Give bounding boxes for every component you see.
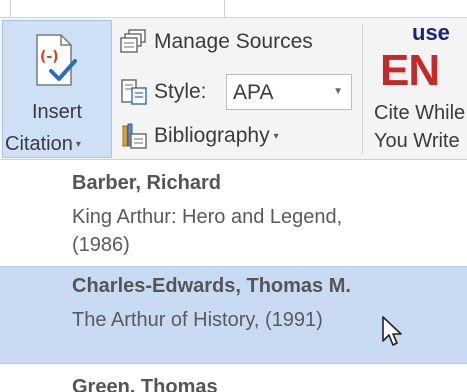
insert-citation-label: Insert [31, 101, 83, 123]
citation-dropdown-list: Barber, Richard King Arthur: Hero and Le… [0, 160, 467, 392]
citation-author: Green, Thomas [72, 376, 218, 392]
endnote-label-line2: You Write [374, 130, 460, 152]
insert-citation-button[interactable]: (-) Insert Citation ▾ [2, 20, 112, 158]
citation-title: King Arthur: Hero and Legend, [72, 206, 343, 228]
citation-title-line2: (1986) [72, 234, 130, 256]
style-icon [121, 79, 147, 105]
citation-author: Barber, Richard [72, 172, 221, 194]
citation-item[interactable]: Green, Thomas [0, 366, 467, 392]
style-label: Style: [154, 80, 207, 103]
bibliography-text: Bibliography [154, 124, 270, 147]
style-dropdown-value: APA [233, 81, 274, 104]
citation-item[interactable]: Barber, Richard King Arthur: Hero and Le… [0, 160, 467, 264]
insert-citation-icon: (-) [36, 34, 77, 86]
tab-edge [10, 0, 11, 18]
chevron-down-icon: ▾ [75, 139, 81, 151]
chevron-down-icon: ▾ [273, 130, 279, 142]
group-separator [362, 24, 363, 154]
manage-sources-button[interactable]: Manage Sources [120, 24, 313, 60]
endnote-logo-use: use [412, 20, 450, 45]
bibliography-button[interactable]: Bibliography ▾ [120, 118, 279, 154]
tab-edge [224, 0, 225, 18]
style-control: Style: [120, 74, 207, 110]
endnote-label-line1: Cite While [374, 102, 466, 124]
citation-author: Charles-Edwards, Thomas M. [72, 275, 351, 297]
bibliography-label: Bibliography ▾ [154, 124, 279, 148]
chevron-down-icon: ▼ [333, 86, 343, 97]
endnote-logo: EN [380, 46, 440, 95]
bibliography-icon [122, 123, 147, 149]
svg-text:(-): (-) [40, 49, 59, 65]
citation-title: The Arthur of History, (1991) [72, 309, 323, 331]
style-dropdown[interactable]: APA ▼ [226, 74, 352, 110]
manage-sources-icon [120, 29, 146, 53]
endnote-cite-while-you-write-button[interactable]: use EN Cite While You Write [366, 18, 467, 160]
references-ribbon: (-) Insert Citation ▾ Manage Sources Styl… [0, 18, 467, 160]
mouse-cursor-icon [382, 316, 402, 346]
insert-citation-label-2: Citation ▾ [5, 133, 81, 156]
ribbon-tab-strip [0, 0, 467, 18]
citation-text: Citation [5, 133, 73, 155]
manage-sources-label: Manage Sources [154, 30, 313, 53]
